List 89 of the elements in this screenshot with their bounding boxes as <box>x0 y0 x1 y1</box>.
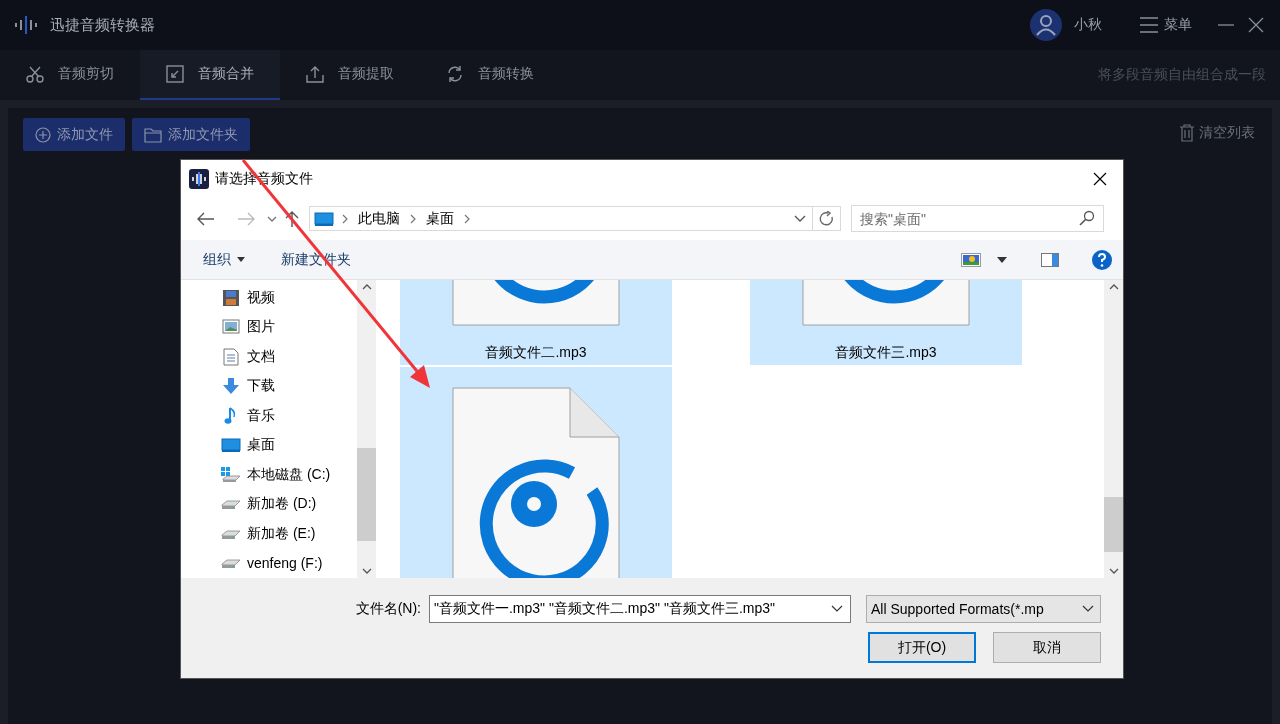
chevron-up-icon <box>361 284 372 290</box>
search-field[interactable]: 搜索"桌面" <box>851 205 1104 232</box>
nav-item[interactable]: 本地磁盘 (C:) <box>221 460 357 490</box>
menu-icon <box>1140 17 1158 33</box>
breadcrumb[interactable]: 桌面 <box>424 209 456 228</box>
refresh-button[interactable] <box>813 206 841 231</box>
scrollbar[interactable] <box>1104 280 1123 578</box>
scrollbar-thumb[interactable] <box>357 447 376 541</box>
tab[interactable]: 音频合并 <box>140 50 280 100</box>
download-arrow-icon <box>221 377 241 396</box>
preview-pane-button[interactable] <box>1039 250 1061 269</box>
drive-icon <box>221 557 241 570</box>
waveform-logo-icon <box>189 168 209 189</box>
document-icon <box>221 347 241 366</box>
chevron-down-icon <box>1108 568 1119 574</box>
open-button[interactable]: 打开(O) <box>868 632 976 663</box>
app-title: 迅捷音频转换器 <box>50 15 155 35</box>
user-name[interactable]: 小秋 <box>1074 16 1102 34</box>
tab[interactable]: 音频提取 <box>280 50 420 100</box>
organize-menu[interactable]: 组织 <box>195 246 253 273</box>
cancel-button[interactable]: 取消 <box>993 632 1101 663</box>
nav-item[interactable]: 新加卷 (D:) <box>221 489 357 519</box>
add-file-button[interactable]: 添加文件 <box>23 118 125 151</box>
help-icon <box>1091 248 1113 271</box>
add-folder-button[interactable]: 添加文件夹 <box>132 118 250 151</box>
forward-arrow-icon <box>237 211 255 226</box>
view-dropdown-button[interactable] <box>995 254 1009 265</box>
scissors-icon <box>26 65 44 83</box>
upload-icon <box>306 65 324 83</box>
chevron-down-icon <box>1082 605 1094 613</box>
chevron-right-icon <box>464 213 470 224</box>
nav-item[interactable]: 图片 <box>221 312 357 342</box>
chevron-right-icon <box>410 213 416 224</box>
file-name-label: 文件名(N): <box>355 600 421 618</box>
file-name: 音频文件三.mp3 <box>835 344 937 362</box>
drive-icon <box>221 466 241 483</box>
film-icon <box>221 288 241 307</box>
tab[interactable]: 音频转换 <box>420 50 560 100</box>
folder-icon <box>144 126 162 143</box>
file-tile[interactable]: 音频文件三.mp3 <box>750 280 1022 365</box>
file-tile[interactable]: 音频文件二.mp3 <box>400 280 672 365</box>
clear-list-button[interactable]: 清空列表 <box>1177 118 1257 148</box>
dropdown-icon[interactable] <box>794 214 806 223</box>
monitor-icon <box>314 210 334 227</box>
picture-icon <box>961 252 981 267</box>
file-name-field[interactable]: "音频文件一.mp3" "音频文件二.mp3" "音频文件三.mp3" <box>429 595 851 623</box>
chevron-down-icon <box>267 214 277 223</box>
menu-button[interactable]: 菜单 <box>1140 16 1192 34</box>
drive-icon <box>221 498 241 511</box>
tab[interactable]: 音频剪切 <box>0 50 140 100</box>
picture-icon <box>221 319 241 336</box>
nav-item[interactable]: 视频 <box>221 283 357 313</box>
chevron-down-icon <box>361 568 372 574</box>
nav-item[interactable]: 新加卷 (E:) <box>221 519 357 549</box>
chevron-right-icon <box>342 213 348 224</box>
breadcrumb[interactable]: 此电脑 <box>356 209 402 228</box>
back-arrow-icon <box>197 211 215 226</box>
file-type-dropdown[interactable]: All Supported Formats(*.mp <box>866 595 1101 623</box>
up-arrow-icon <box>285 209 299 228</box>
address-bar[interactable]: 此电脑 桌面 <box>309 206 813 231</box>
scrollbar[interactable] <box>357 280 376 578</box>
caret-icon <box>237 257 245 262</box>
plus-circle-icon <box>35 126 51 143</box>
search-icon <box>1079 210 1095 226</box>
preview-pane-icon <box>1041 252 1059 267</box>
close-button[interactable] <box>1246 15 1266 35</box>
nav-item[interactable]: 下载 <box>221 371 357 401</box>
close-icon <box>1093 171 1107 186</box>
refresh-icon <box>818 210 835 227</box>
refresh-icon <box>446 65 464 83</box>
close-icon <box>1248 17 1264 33</box>
view-options-button[interactable] <box>959 250 983 269</box>
trash-icon <box>1179 124 1195 142</box>
avatar-icon[interactable] <box>1030 9 1062 41</box>
chevron-up-icon <box>1108 284 1119 290</box>
monitor-icon <box>221 437 241 454</box>
waveform-logo-icon <box>14 15 38 35</box>
merge-icon <box>166 65 184 83</box>
nav-item[interactable]: 桌面 <box>221 430 357 460</box>
chevron-down-icon <box>831 605 843 613</box>
nav-item[interactable]: 文档 <box>221 342 357 372</box>
file-name: 音频文件二.mp3 <box>485 344 587 362</box>
file-tile[interactable] <box>400 367 672 578</box>
minimize-icon <box>1218 24 1234 26</box>
nav-item[interactable]: venfeng (F:) <box>221 548 357 578</box>
caret-icon <box>997 256 1007 263</box>
drive-icon <box>221 527 241 540</box>
scrollbar-thumb[interactable] <box>1104 496 1123 552</box>
nav-item[interactable]: 音乐 <box>221 401 357 431</box>
